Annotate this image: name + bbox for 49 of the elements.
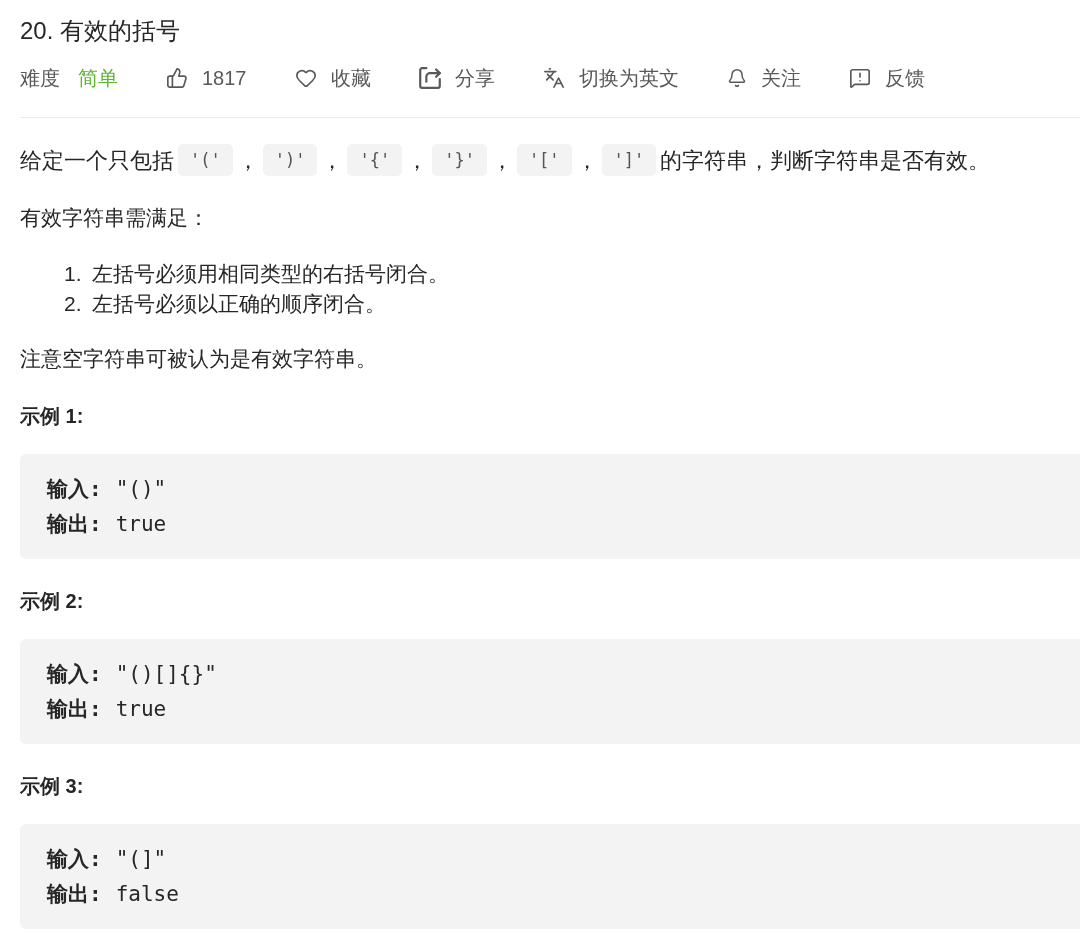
translate-icon — [542, 67, 565, 89]
paragraph-text: 给定一个只包括 — [20, 146, 174, 175]
code-label: 输入: — [47, 476, 102, 503]
list-item-text: 左括号必须用相同类型的右括号闭合。 — [92, 261, 449, 287]
problem-title: 20. 有效的括号 — [20, 17, 181, 45]
difficulty-value: 简单 — [78, 66, 118, 91]
inline-code: ')' — [262, 144, 318, 176]
code-label: 输入: — [47, 661, 102, 688]
code-value: true — [115, 696, 167, 723]
difficulty-label: 难度 — [20, 66, 60, 91]
thumbs-up-icon — [166, 67, 188, 89]
code-value: "()[]{}" — [115, 661, 217, 688]
code-label: 输入: — [47, 846, 102, 873]
example-heading: 示例 2: — [20, 589, 84, 614]
list-item-text: 左括号必须以正确的顺序闭合。 — [92, 291, 386, 317]
like-button[interactable]: 1817 — [166, 63, 247, 93]
code-label: 输出: — [47, 696, 102, 723]
follow-button[interactable]: 关注 — [726, 63, 801, 93]
inline-code: '}' — [432, 144, 487, 176]
code-value: "(]" — [115, 846, 167, 873]
exclamation-bubble-icon — [848, 67, 871, 89]
heart-icon — [294, 67, 317, 89]
inline-code: '(' — [178, 144, 233, 176]
list-number: 2. — [64, 291, 83, 317]
example-heading: 示例 1: — [20, 404, 84, 429]
bell-icon — [726, 68, 747, 88]
list-number: 1. — [64, 261, 83, 287]
paragraph-text: ， — [406, 146, 429, 175]
paragraph-text: ， — [321, 146, 344, 175]
code-value: true — [115, 511, 167, 538]
paragraph-text: 有效字符串需满足： — [20, 205, 209, 231]
share-button[interactable]: 分享 — [418, 63, 495, 93]
paragraph-text: ， — [575, 146, 598, 175]
inline-code: '{' — [347, 144, 403, 176]
code-value: "()" — [115, 476, 167, 503]
inline-code: '[' — [516, 144, 572, 176]
example-heading: 示例 3: — [20, 774, 84, 799]
paragraph-text: ， — [490, 146, 513, 175]
paragraph-text: 注意空字符串可被认为是有效字符串。 — [20, 346, 377, 372]
code-label: 输出: — [47, 881, 102, 908]
translate-button[interactable]: 切换为英文 — [542, 63, 679, 93]
code-label: 输出: — [47, 511, 102, 538]
paragraph-text: ， — [236, 146, 259, 175]
paragraph-text: 的字符串，判断字符串是否有效。 — [660, 146, 991, 175]
share-icon — [418, 67, 441, 89]
favorite-button[interactable]: 收藏 — [294, 63, 371, 93]
code-value: false — [115, 881, 179, 908]
feedback-button[interactable]: 反馈 — [848, 63, 925, 93]
inline-code: ']' — [601, 144, 657, 176]
